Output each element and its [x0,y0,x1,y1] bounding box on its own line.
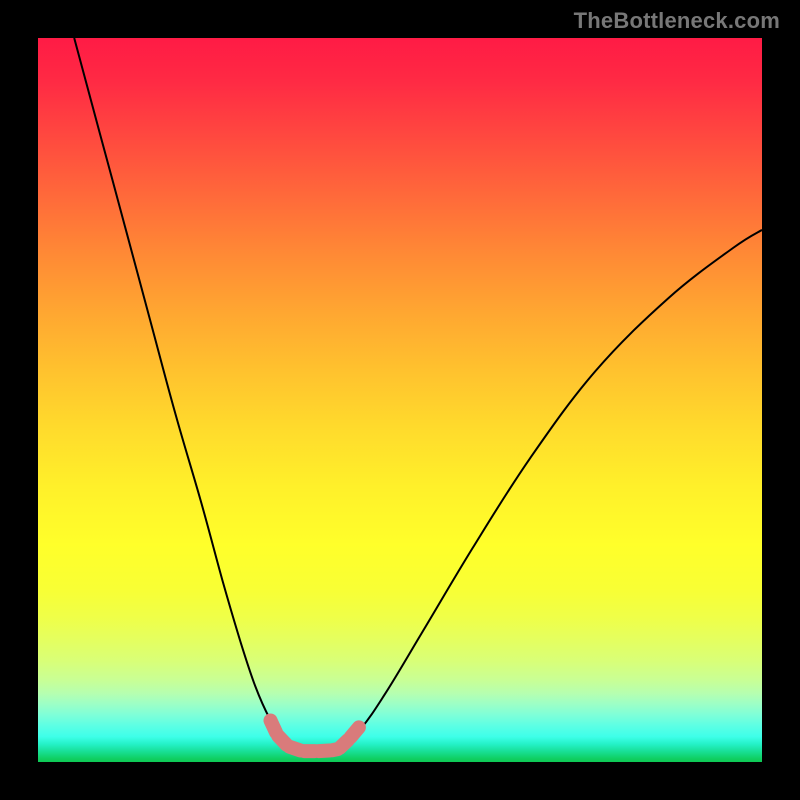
right-curve [339,230,763,749]
minimum-highlight [271,721,359,752]
curve-layer [38,38,762,762]
plot-area [38,38,762,762]
chart-frame: TheBottleneck.com [0,0,800,800]
left-curve [74,38,295,749]
watermark-text: TheBottleneck.com [574,8,780,34]
